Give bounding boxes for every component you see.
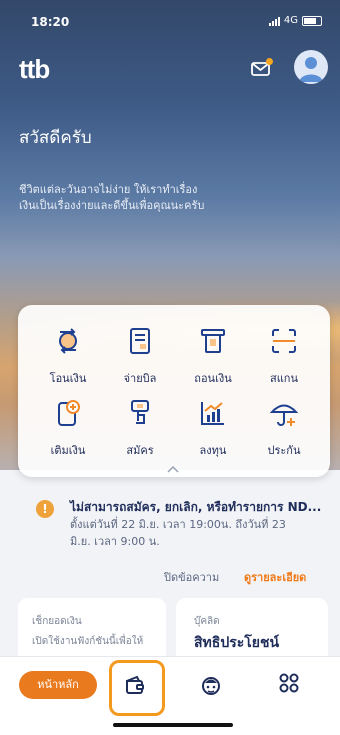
bill-icon: [130, 328, 150, 354]
app-screen: 18:20 4G ttb สวัสดีครับ ชีวิตแต่ละวันอาจ…: [0, 0, 340, 735]
transfer-icon: [59, 328, 77, 354]
scan-icon: [272, 329, 296, 353]
card-text: สิทธิประโยชน์: [194, 635, 280, 651]
nav-menu-icon[interactable]: [278, 672, 300, 694]
notification-dot: [266, 58, 273, 65]
status-bar: 18:20 4G: [0, 0, 340, 40]
card-text: เปิดใช้งานฟังก์ชันนี้เพื่อให้: [32, 636, 144, 647]
status-icons: 4G: [268, 15, 322, 26]
quick-action-topup[interactable]: เติมเงิน: [33, 397, 103, 459]
quick-action-invest[interactable]: ลงทุน: [178, 397, 248, 459]
quick-action-label: โอนเงิน: [49, 372, 87, 385]
quick-action-scan[interactable]: สแกน: [249, 325, 319, 387]
user-icon: [299, 57, 323, 82]
nav-wallet-button[interactable]: [109, 660, 165, 716]
collapse-chevron-icon[interactable]: [167, 465, 179, 473]
card-title: บุ๊คลิด: [194, 616, 220, 627]
quick-action-withdraw[interactable]: ถอนเงิน: [178, 325, 248, 387]
quick-actions-panel: โอนเงิน จ่ายบิล ถอนเงิน สแกน เติมเงิน สม…: [18, 305, 330, 477]
card-title: เช็กยอดเงิน: [32, 616, 82, 627]
withdraw-icon: [201, 329, 225, 353]
quick-action-insurance[interactable]: ประกัน: [249, 397, 319, 459]
brand-logo: ttb: [19, 54, 50, 84]
close-notice-link[interactable]: ปิดข้อความ: [164, 568, 219, 586]
subtitle-line-1: ชีวิตแต่ละวันอาจไม่ง่าย ให้เราทำเรื่อง: [19, 183, 198, 196]
quick-action-label: ประกัน: [267, 444, 301, 457]
quick-action-transfer[interactable]: โอนเงิน: [33, 325, 103, 387]
signal-icon: [268, 16, 280, 26]
greeting-subtitle: ชีวิตแต่ละวันอาจไม่ง่าย ให้เราทำเรื่อง เ…: [19, 182, 279, 214]
bottom-navigation: หน้าหลัก: [0, 656, 340, 735]
notice-text-line-1: ตั้งแต่วันที่ 22 มิ.ย. เวลา 19:00น. ถึงว…: [70, 518, 286, 531]
insurance-icon: [269, 404, 299, 426]
topup-icon: [58, 400, 80, 426]
quick-action-label: เติมเงิน: [50, 444, 86, 457]
inbox-button[interactable]: [250, 58, 273, 78]
profile-avatar[interactable]: [294, 50, 328, 84]
info-icon: !: [36, 500, 54, 518]
battery-icon: [302, 15, 322, 26]
status-time: 18:20: [31, 15, 70, 29]
subtitle-line-2: เงินเป็นเรื่องง่ายและดีขึ้นเพื่อคุณนะครั…: [19, 199, 205, 212]
quick-action-label: จ่ายบิล: [123, 372, 157, 385]
apply-icon: [131, 400, 149, 424]
notice-title: ไม่สามารถสมัคร, ยกเลิก, หรือทำรายการ ND.…: [70, 500, 322, 514]
quick-action-label: ถอนเงิน: [194, 372, 232, 385]
nav-assistant-icon[interactable]: [200, 673, 222, 697]
quick-action-label: สมัคร: [126, 444, 154, 457]
nav-home-button[interactable]: หน้าหลัก: [19, 671, 97, 699]
notice-text: ตั้งแต่วันที่ 22 มิ.ย. เวลา 19:00น. ถึงว…: [70, 516, 330, 550]
quick-action-label: สแกน: [270, 372, 298, 385]
network-label: 4G: [283, 15, 298, 26]
invest-icon: [201, 402, 224, 425]
greeting-title: สวัสดีครับ: [19, 128, 92, 148]
quick-action-apply[interactable]: สมัคร: [105, 397, 175, 459]
quick-action-paybill[interactable]: จ่ายบิล: [105, 325, 175, 387]
view-details-link[interactable]: ดูรายละเอียด: [244, 568, 306, 586]
notice-text-line-2: มิ.ย. เวลา 9:00 น.: [70, 535, 160, 548]
wallet-icon: [126, 675, 144, 694]
home-indicator: [113, 723, 233, 727]
quick-action-label: ลงทุน: [199, 444, 227, 457]
